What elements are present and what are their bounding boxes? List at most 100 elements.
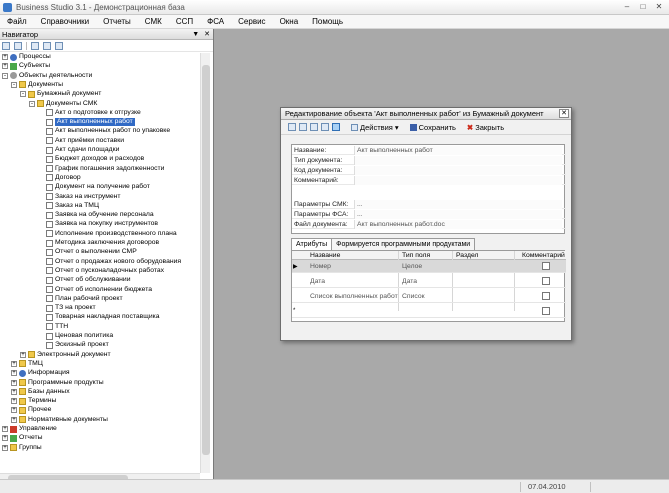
pin-icon[interactable]: ▼ <box>192 31 199 38</box>
close-window-icon[interactable]: ✕ <box>652 1 666 12</box>
tree-item[interactable]: + Программные продукты <box>11 379 104 387</box>
tree-item[interactable]: Заявка на обучение персонала <box>38 211 154 219</box>
tree-expander-icon[interactable]: + <box>11 360 17 367</box>
actions-button[interactable]: Действия ▾ <box>351 123 399 132</box>
paste-icon[interactable] <box>310 123 318 131</box>
tree-item[interactable]: Отчет о продажах нового оборудования <box>38 258 181 266</box>
save-icon[interactable] <box>288 123 296 131</box>
tree-expander-icon[interactable]: + <box>11 388 17 395</box>
tree-item[interactable]: Заказ на ТМЦ <box>38 202 99 210</box>
tree-item[interactable]: - Документы <box>11 81 63 89</box>
tree-item[interactable]: + Управление <box>2 425 57 433</box>
edit-comment-icon[interactable] <box>542 262 550 270</box>
tree-item[interactable]: Отчет о пусконаладочных работах <box>38 267 164 275</box>
tree-item[interactable]: Товарная накладная поставщика <box>38 313 160 321</box>
tree-expander-icon[interactable]: + <box>2 435 8 442</box>
tree-item[interactable]: График погашения задолженности <box>38 165 164 173</box>
tree-expander-icon[interactable]: - <box>20 91 26 98</box>
property-value-field[interactable]: ... <box>354 210 562 219</box>
tree-item[interactable]: ТТН <box>38 323 68 331</box>
property-value-field[interactable] <box>354 176 562 185</box>
tree-item[interactable]: Акт сдачи площадки <box>38 146 119 154</box>
tree-item[interactable]: Акт выполненных работ <box>38 118 135 127</box>
menu-windows[interactable]: Окна <box>273 17 306 26</box>
tree-item[interactable]: Отчет об обслуживании <box>38 276 131 284</box>
view-icon[interactable] <box>332 123 340 131</box>
tree-expander-icon[interactable]: + <box>2 444 8 451</box>
tree-item[interactable]: Заявка на покупку инструментов <box>38 220 158 228</box>
tree-item[interactable]: План рабочий проект <box>38 295 123 303</box>
tree-item[interactable]: + Процессы <box>2 53 51 61</box>
tree-item[interactable]: Договор <box>38 174 81 182</box>
edit-comment-icon[interactable] <box>542 307 550 315</box>
tree-item[interactable]: - Объекты деятельности <box>2 72 92 80</box>
tree-vertical-scrollbar[interactable] <box>200 53 210 473</box>
property-value-field[interactable] <box>354 166 562 175</box>
copy-icon[interactable] <box>299 123 307 131</box>
tree-item[interactable]: + Прочее <box>11 406 51 414</box>
save-button[interactable]: Сохранить <box>409 123 456 132</box>
tree-item[interactable]: Исполнение производственного плана <box>38 230 177 238</box>
tree-item[interactable]: - Документы СМК <box>29 100 97 108</box>
dialog-close-icon[interactable]: ✕ <box>559 109 569 118</box>
tree-expander-icon[interactable]: + <box>20 351 26 358</box>
tree-expander-icon[interactable]: + <box>11 407 17 414</box>
tree-item[interactable]: - Бумажный документ <box>20 90 101 98</box>
tree-expander-icon[interactable]: + <box>11 370 17 377</box>
tree-item[interactable]: + ТМЦ <box>11 360 43 368</box>
tree-item[interactable]: Ценовая политика <box>38 332 113 340</box>
tab-software-products[interactable]: Формируется программными продуктами <box>331 238 476 250</box>
property-value-field[interactable]: ... <box>354 200 562 209</box>
expand-icon[interactable] <box>2 41 10 50</box>
tree-expander-icon[interactable]: - <box>2 72 8 79</box>
tree-expander-icon[interactable]: + <box>2 63 8 70</box>
menu-smk[interactable]: СМК <box>138 17 169 26</box>
menu-directories[interactable]: Справочники <box>34 17 96 26</box>
menu-service[interactable]: Сервис <box>231 17 272 26</box>
tree-item[interactable]: Акт выполненных работ по упаковке <box>38 127 170 135</box>
tree-item[interactable]: + Отчеты <box>2 434 43 442</box>
property-value-field[interactable]: Акт выполненных работ.doc <box>354 220 562 229</box>
tree-item[interactable]: Отчет об исполнении бюджета <box>38 286 152 294</box>
menu-ssp[interactable]: ССП <box>169 17 200 26</box>
table-row[interactable]: Список выполненных работ Список <box>292 290 566 303</box>
tree-item[interactable]: ТЗ на проект <box>38 304 96 312</box>
column-header-comment[interactable]: Комментарий <box>522 251 565 260</box>
new-row[interactable]: * <box>292 305 566 318</box>
tree-expander-icon[interactable]: + <box>2 54 8 60</box>
tree-item[interactable]: + Термины <box>11 397 56 405</box>
column-header-type[interactable]: Тип поля <box>402 251 430 260</box>
print-icon[interactable] <box>55 41 63 50</box>
menu-reports[interactable]: Отчеты <box>96 17 138 26</box>
tree-expander-icon[interactable]: + <box>11 398 17 405</box>
document-icon[interactable] <box>31 41 39 50</box>
tree-expander-icon[interactable]: + <box>2 426 8 432</box>
close-button[interactable]: ✖ Закрыть <box>467 123 504 132</box>
tree-item[interactable]: Заказ на инструмент <box>38 193 121 201</box>
table-row[interactable]: Дата Дата <box>292 275 566 288</box>
edit-comment-icon[interactable] <box>542 292 550 300</box>
menu-file[interactable]: Файл <box>0 17 34 26</box>
tree-item[interactable]: Методика заключения договоров <box>38 239 159 247</box>
property-value-field[interactable] <box>354 156 562 165</box>
tree-item[interactable]: Документ на получение работ <box>38 183 150 191</box>
column-header-section[interactable]: Раздел <box>456 251 478 260</box>
tree-item[interactable]: Бюджет доходов и расходов <box>38 155 144 163</box>
menu-help[interactable]: Помощь <box>305 17 350 26</box>
tree-item[interactable]: Эскизный проект <box>38 341 109 349</box>
tree-item[interactable]: Акт о подготовке к отгрузке <box>38 109 141 117</box>
tree-expander-icon[interactable]: + <box>11 379 17 386</box>
tree-item[interactable]: + Нормативные документы <box>11 416 108 424</box>
close-icon[interactable]: ✕ <box>204 30 210 38</box>
tree-item[interactable]: Акт приёмки поставки <box>38 137 124 145</box>
tree-expander-icon[interactable]: - <box>29 100 35 107</box>
column-header-name[interactable]: Название <box>310 251 340 260</box>
edit-comment-icon[interactable] <box>542 277 550 285</box>
tree-item[interactable]: Отчет о выполнении СМР <box>38 248 137 256</box>
tree-item[interactable]: + Информация <box>11 369 70 377</box>
table-row[interactable]: ▶ Номер Целое <box>292 260 566 273</box>
tree-item[interactable]: + Базы данных <box>11 388 70 396</box>
tree-item[interactable]: + Электронный документ <box>20 351 111 359</box>
tree-expander-icon[interactable]: - <box>11 81 17 88</box>
minimize-icon[interactable]: – <box>620 1 634 12</box>
